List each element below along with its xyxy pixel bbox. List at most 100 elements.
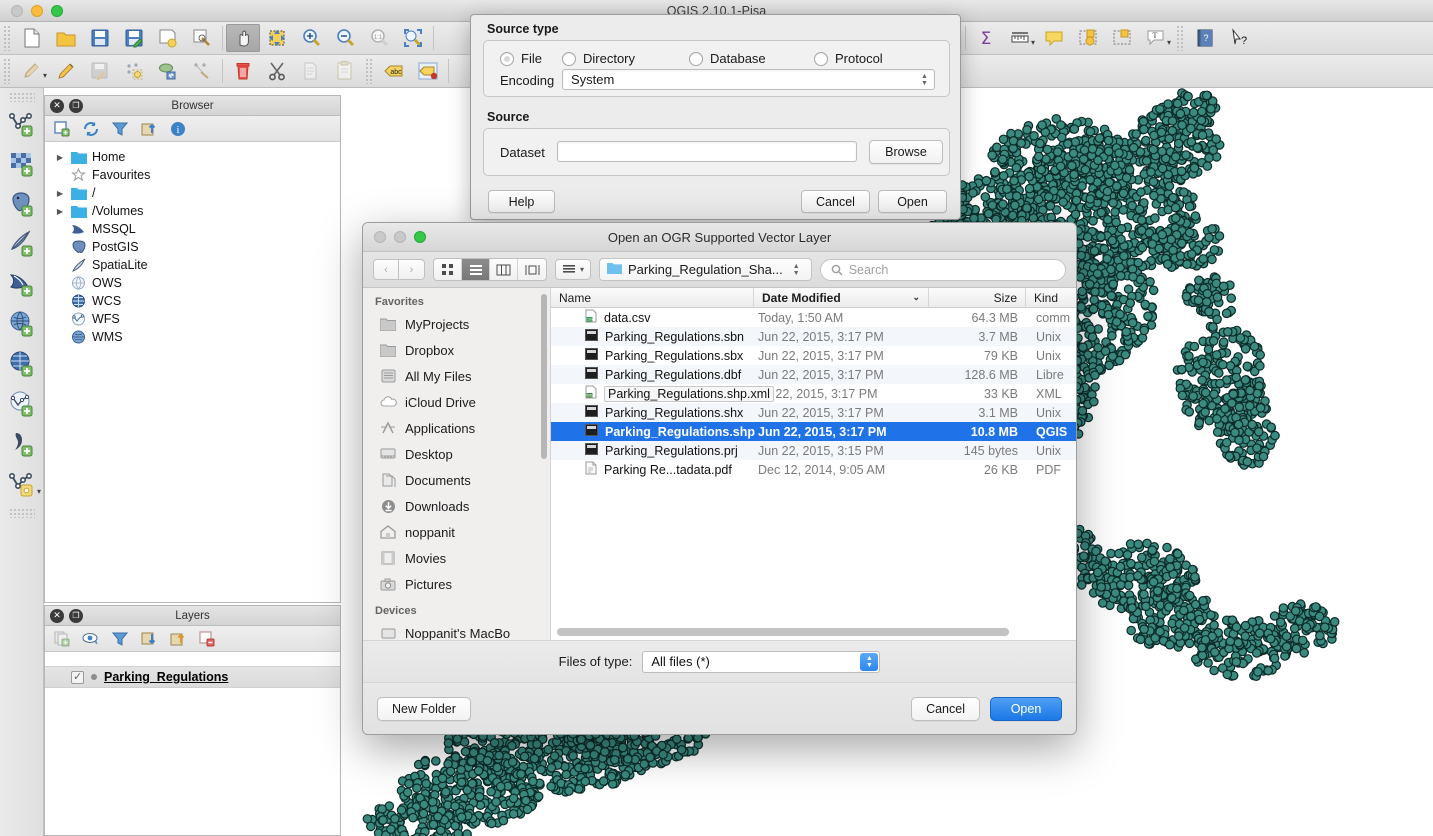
toolbar-grip[interactable] [8,92,35,102]
layer-row-parking-regulations[interactable]: Parking_Regulations [45,666,340,688]
open-project-icon[interactable] [49,24,83,52]
search-input[interactable]: Search [819,258,1066,281]
save-layer-edits-icon[interactable] [83,57,117,85]
dataset-input[interactable] [557,141,857,162]
undock-panel-button[interactable]: ❐ [69,608,83,623]
add-group-icon[interactable] [49,628,75,650]
table-row[interactable]: Parking Re...tadata.pdf Dec 12, 2014, 9:… [551,460,1076,479]
icon-view-icon[interactable] [434,259,462,280]
file-dialog-open-button[interactable]: Open [990,697,1062,721]
add-feature-icon[interactable] [117,57,151,85]
sidebar-item-icloud-drive[interactable]: iCloud Drive [363,389,550,415]
toolbar-grip[interactable] [3,25,12,51]
show-bookmarks-icon[interactable] [1105,24,1139,52]
layer-visibility-checkbox[interactable] [71,670,84,684]
column-header-size[interactable]: Size [929,288,1026,308]
zoom-in-icon[interactable] [294,24,328,52]
column-header-name[interactable]: Name [551,288,754,308]
encoding-select[interactable]: System ▲ ▼ [562,69,935,90]
chevron-down-icon[interactable]: ▾ [1167,38,1171,47]
chevron-down-icon[interactable]: ▾ [580,265,584,274]
sidebar-item-desktop[interactable]: Desktop [363,441,550,467]
sidebar-item-pictures[interactable]: Pictures [363,571,550,597]
zoom-native-icon[interactable]: 1:1 [362,24,396,52]
radio-protocol-button[interactable] [814,51,828,66]
new-bookmark-icon[interactable] [1071,24,1105,52]
stepper-icon[interactable]: ▲ ▼ [917,70,932,89]
expand-arrow-icon[interactable]: ▶ [55,207,65,216]
chevron-down-icon[interactable]: ▾ [43,71,47,80]
sidebar-item-macbook[interactable]: Noppanit's MacBo [363,620,550,640]
chevron-down-icon[interactable]: ▾ [1031,38,1035,47]
sidebar-item-dropbox[interactable]: Dropbox [363,337,550,363]
table-row[interactable]: XML Parking_Regulations.shp.xml un 22, 2… [551,384,1076,403]
radio-file[interactable]: File [500,51,542,66]
table-row[interactable]: Parking_Regulations.shp Jun 22, 2015, 3:… [551,422,1076,441]
zoom-out-icon[interactable] [328,24,362,52]
table-row[interactable]: Parking_Regulations.sbx Jun 22, 2015, 3:… [551,346,1076,365]
new-folder-button[interactable]: New Folder [377,697,471,721]
current-edits-icon[interactable]: ▾ [15,57,49,85]
stepper-icon[interactable]: ▲ ▼ [860,652,879,671]
zoom-full-icon[interactable] [396,24,430,52]
filter-legend-icon[interactable] [107,628,133,650]
browser-item-home[interactable]: ▶ Home [45,148,340,166]
browser-item-root[interactable]: ▶ / [45,184,340,202]
node-tool-icon[interactable] [185,57,219,85]
sidebar-item-applications[interactable]: Applications [363,415,550,441]
whats-this-icon[interactable]: ? [1222,24,1256,52]
delete-selected-icon[interactable] [226,57,260,85]
view-mode-group[interactable] [433,258,547,281]
file-list-pane[interactable]: Name Date Modified ⌄ Size Kind CSV data.… [551,288,1076,640]
files-of-type-select[interactable]: All files (*) ▲ ▼ [642,650,881,673]
browser-tree[interactable]: ▶ Home Favourites ▶ / ▶ /Volumes MSSQL P… [45,142,340,346]
measure-icon[interactable]: ▾ [1003,24,1037,52]
text-annotation-icon[interactable]: T ▾ [1139,24,1173,52]
map-tips-icon[interactable] [1037,24,1071,52]
file-dialog-sidebar[interactable]: Favorites MyProjects Dropbox All My File… [363,288,551,640]
list-view-icon[interactable] [462,259,490,280]
column-header-date-modified[interactable]: Date Modified ⌄ [754,288,929,308]
browser-item-mssql[interactable]: MSSQL [45,220,340,238]
radio-database[interactable]: Database [689,51,766,66]
arrange-by-button[interactable]: ▾ [555,259,592,280]
open-button[interactable]: Open [878,190,947,213]
sidebar-item-myprojects[interactable]: MyProjects [363,311,550,337]
add-spatialite-layer-icon[interactable] [0,224,44,264]
add-wcs-layer-icon[interactable] [0,344,44,384]
stepper-icon[interactable]: ▲ ▼ [789,260,804,279]
toolbar-grip[interactable] [1176,25,1185,51]
toggle-editing-icon[interactable] [49,57,83,85]
toolbar-grip[interactable] [3,58,12,84]
sidebar-item-movies[interactable]: Movies [363,545,550,571]
browse-button[interactable]: Browse [869,140,943,164]
collapse-all-icon[interactable] [165,628,191,650]
cut-features-icon[interactable] [260,57,294,85]
browser-item-favourites[interactable]: Favourites [45,166,340,184]
copy-features-icon[interactable] [294,57,328,85]
radio-file-button[interactable] [500,51,514,66]
cancel-button[interactable]: Cancel [801,190,870,213]
add-mssql-layer-icon[interactable] [0,264,44,304]
browser-item-wfs[interactable]: WFS [45,310,340,328]
label-icon[interactable]: abc [377,57,411,85]
diagram-icon[interactable] [411,57,445,85]
table-row[interactable]: Parking_Regulations.dbf Jun 22, 2015, 3:… [551,365,1076,384]
file-list-header[interactable]: Name Date Modified ⌄ Size Kind [551,288,1076,308]
toolbar-grip[interactable] [365,58,374,84]
toolbar-grip[interactable] [8,508,35,518]
expand-arrow-icon[interactable]: ▶ [55,189,65,198]
paste-features-icon[interactable] [328,57,362,85]
add-selected-layers-icon[interactable] [49,118,75,140]
help-contents-icon[interactable]: ? [1188,24,1222,52]
file-dialog-cancel-button[interactable]: Cancel [911,697,980,721]
column-header-kind[interactable]: Kind [1026,288,1076,308]
sidebar-item-all-my-files[interactable]: All My Files [363,363,550,389]
sidebar-item-downloads[interactable]: Downloads [363,493,550,519]
navigation-buttons[interactable]: ‹ › [373,259,425,280]
chevron-down-icon[interactable]: ▾ [37,487,41,496]
sidebar-item-documents[interactable]: Documents [363,467,550,493]
close-panel-button[interactable]: ✕ [50,608,64,623]
pan-to-selection-icon[interactable] [260,24,294,52]
forward-button[interactable]: › [399,259,425,280]
